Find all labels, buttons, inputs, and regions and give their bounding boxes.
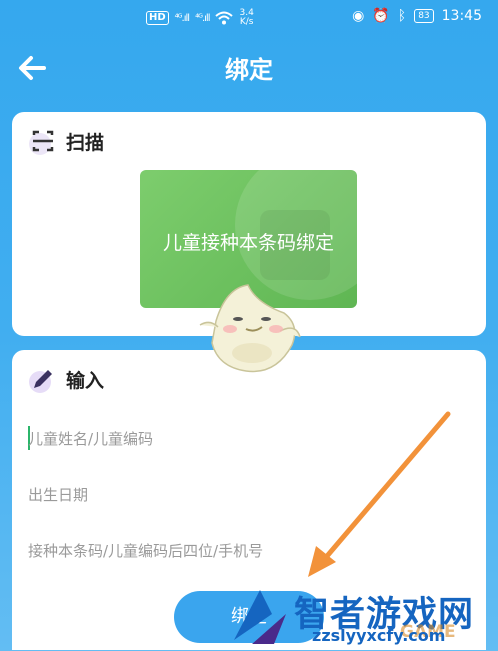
status-left: HD ⁴ᴳ.ıll ⁴ᴳ.ıll 3.4 K/s [146, 9, 254, 27]
hd-badge: HD [146, 11, 169, 25]
birth-date-input[interactable]: 出生日期 [28, 474, 448, 514]
top-bar: 绑定 [0, 38, 498, 98]
status-right: ◉ ⏰ ᛒ 83 13:45 [352, 8, 482, 24]
network-speed: 3.4 K/s [239, 8, 254, 27]
status-bar: HD ⁴ᴳ.ıll ⁴ᴳ.ıll 3.4 K/s ◉ ⏰ ᛒ 83 13:45 [0, 0, 498, 34]
child-name-input[interactable]: 儿童姓名/儿童编码 [28, 418, 448, 458]
watermark-url: zzslyyxcfy.com [312, 626, 446, 645]
watermark-logo-icon [234, 590, 286, 644]
clock: 13:45 [441, 8, 482, 24]
input-title: 输入 [66, 369, 105, 392]
battery-icon: 83 [414, 9, 434, 23]
pencil-icon [28, 364, 58, 394]
wifi-icon [215, 11, 234, 25]
eye-icon: ◉ [352, 8, 365, 24]
input-header: 输入 [28, 364, 104, 394]
scan-icon [28, 126, 58, 156]
scan-tile-label: 儿童接种本条码绑定 [162, 232, 334, 254]
bluetooth-icon: ᛒ [397, 8, 407, 24]
signal-icon: ⁴ᴳ.ıll [174, 12, 190, 24]
mascot-icon [199, 284, 301, 373]
scan-header: 扫描 [28, 126, 104, 156]
signal-icon-2: ⁴ᴳ.ıll [195, 12, 210, 24]
vaccine-barcode-input[interactable]: 接种本条码/儿童编码后四位/手机号 [28, 530, 448, 570]
watermark: 智者游戏网 GAME zzslyyxcfy.com [228, 582, 498, 651]
alarm-icon: ⏰ [372, 8, 390, 24]
page-title: 绑定 [225, 56, 273, 84]
scan-title: 扫描 [66, 131, 105, 154]
